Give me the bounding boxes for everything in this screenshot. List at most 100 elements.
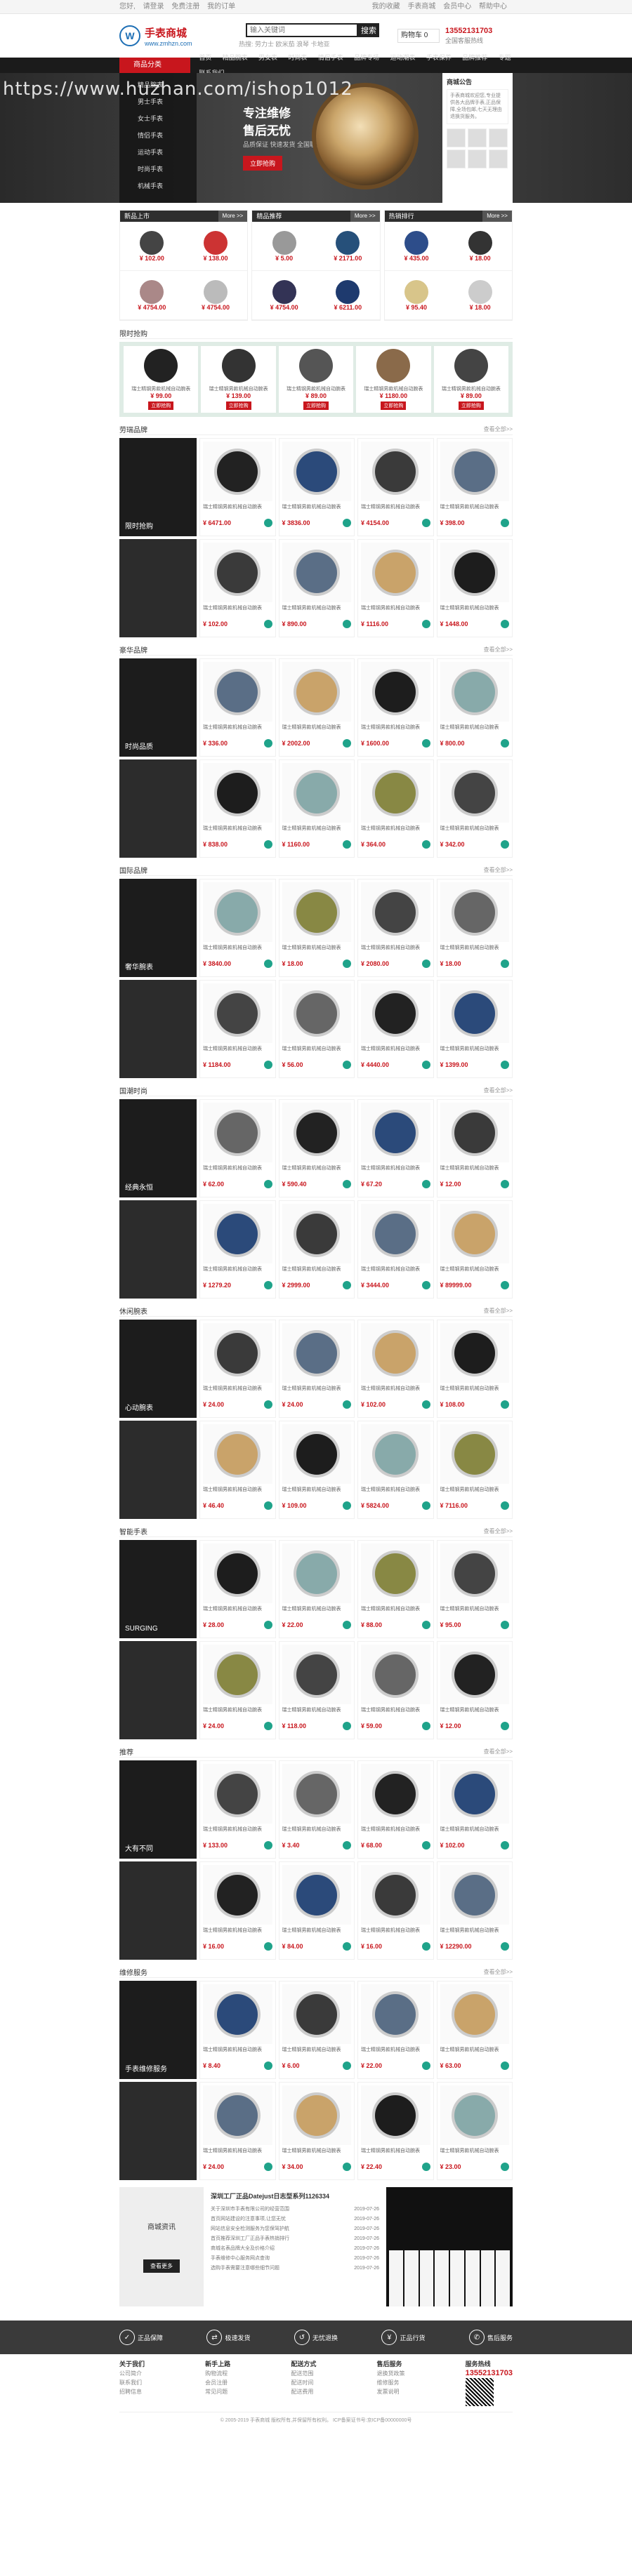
add-cart-icon[interactable] <box>343 1061 351 1069</box>
buy-tag[interactable]: 立即抢购 <box>148 401 174 410</box>
product-card[interactable]: 瑞士精钢男款机械自动腕表 ¥ 398.00 <box>436 438 513 536</box>
thumb[interactable] <box>447 150 466 168</box>
add-cart-icon[interactable] <box>501 840 509 849</box>
more-link[interactable]: 查看全部>> <box>484 1527 513 1535</box>
category-item[interactable]: 机械手表 <box>119 174 197 191</box>
add-cart-icon[interactable] <box>421 1281 430 1289</box>
add-cart-icon[interactable] <box>343 1501 351 1510</box>
add-cart-icon[interactable] <box>501 1400 509 1409</box>
login-link[interactable]: 请登录 <box>143 3 164 11</box>
product-card[interactable]: 瑞士精钢男款机械自动腕表 ¥ 590.40 <box>278 1099 355 1197</box>
product-card[interactable]: 瑞士精钢男款机械自动腕表 ¥ 16.00 <box>199 1861 276 1960</box>
search-button[interactable]: 搜索 <box>358 23 379 37</box>
brand-promo-banner[interactable] <box>119 759 197 858</box>
product-card[interactable]: 瑞士精钢男款机械自动腕表 ¥ 46.40 <box>199 1421 276 1519</box>
add-cart-icon[interactable] <box>343 2062 351 2070</box>
product-card[interactable]: 瑞士精钢男款机械自动腕表 ¥ 62.00 <box>199 1099 276 1197</box>
product-card[interactable]: 瑞士精钢男款机械自动腕表 ¥ 67.20 <box>357 1099 434 1197</box>
product-card[interactable]: 瑞士精钢男款机械自动腕表 ¥ 1600.00 <box>357 658 434 757</box>
add-cart-icon[interactable] <box>343 1621 351 1629</box>
category-item[interactable]: 情侣手表 <box>119 124 197 140</box>
brand-promo-banner[interactable] <box>119 2082 197 2180</box>
product-card[interactable]: 瑞士精钢男款机械自动腕表 ¥ 24.00 <box>278 1320 355 1418</box>
product-card[interactable]: 瑞士精钢男款机械自动腕表 ¥ 890.00 <box>278 539 355 637</box>
buy-tag[interactable]: 立即抢购 <box>458 401 484 410</box>
add-cart-icon[interactable] <box>501 1501 509 1510</box>
product-card[interactable]: 瑞士精钢男款机械自动腕表 ¥ 12290.00 <box>436 1861 513 1960</box>
product-card[interactable]: 瑞士精钢男款机械自动腕表 ¥ 5824.00 <box>357 1421 434 1519</box>
product-card[interactable]: 瑞士精钢男款机械自动腕表 ¥ 838.00 <box>199 759 276 858</box>
add-cart-icon[interactable] <box>501 1722 509 1730</box>
brand-promo-banner[interactable] <box>119 539 197 637</box>
orders-link[interactable]: 我的订单 <box>207 3 235 11</box>
nav-item[interactable]: 专题 <box>499 54 511 61</box>
add-cart-icon[interactable] <box>263 960 272 968</box>
nav-item[interactable]: 运动潮表 <box>390 54 415 61</box>
add-cart-icon[interactable] <box>263 1281 272 1289</box>
product-card[interactable]: 瑞士精钢男款机械自动腕表 ¥ 89999.00 <box>436 1200 513 1299</box>
product-card[interactable]: 瑞士精钢男款机械自动腕表 ¥ 22.00 <box>357 1981 434 2079</box>
brand-promo-banner[interactable] <box>119 1641 197 1739</box>
product-card[interactable]: 瑞士精钢男款机械自动腕表 ¥ 6471.00 <box>199 438 276 536</box>
product-card[interactable]: ¥ 18.00 <box>448 222 512 271</box>
product-card[interactable]: 瑞士精钢男款机械自动腕表 ¥ 2080.00 <box>357 879 434 977</box>
product-card[interactable]: ¥ 95.40 <box>384 271 449 320</box>
add-cart-icon[interactable] <box>343 519 351 527</box>
more-link[interactable]: More >> <box>482 211 512 222</box>
brand-promo-banner[interactable] <box>119 1861 197 1960</box>
add-cart-icon[interactable] <box>263 2062 272 2070</box>
add-cart-icon[interactable] <box>501 519 509 527</box>
add-cart-icon[interactable] <box>421 1400 430 1409</box>
add-cart-icon[interactable] <box>421 1841 430 1850</box>
add-cart-icon[interactable] <box>501 2062 509 2070</box>
thumb[interactable] <box>447 128 466 147</box>
shop-link[interactable]: 手表商城 <box>407 3 435 11</box>
category-item[interactable]: 时尚手表 <box>119 157 197 174</box>
add-cart-icon[interactable] <box>421 739 430 748</box>
add-cart-icon[interactable] <box>501 1061 509 1069</box>
product-card[interactable]: 瑞士精钢男款机械自动腕表 ¥ 28.00 <box>199 1540 276 1638</box>
product-card[interactable]: 瑞士精钢男款机械自动腕表 ¥ 59.00 <box>357 1641 434 1739</box>
search-input[interactable] <box>246 23 358 37</box>
news-more-button[interactable]: 查看更多 <box>143 2259 180 2273</box>
add-cart-icon[interactable] <box>263 1180 272 1188</box>
add-cart-icon[interactable] <box>263 1400 272 1409</box>
news-item[interactable]: 网站信息安全检测服务为您保驾护航 2019-07-26 <box>211 2224 379 2234</box>
brand-promo-banner[interactable] <box>119 980 197 1078</box>
footer-link[interactable]: 维修服务 <box>377 2378 405 2387</box>
product-card[interactable]: 瑞士精钢男款机械自动腕表 ¥ 56.00 <box>278 980 355 1078</box>
brand-promo-banner[interactable] <box>119 1200 197 1299</box>
product-card[interactable]: 瑞士精钢男款机械自动腕表 ¥ 24.00 <box>199 2082 276 2180</box>
product-card[interactable]: 瑞士精钢男款机械自动腕表 ¥ 1160.00 <box>278 759 355 858</box>
hero-buy-button[interactable]: 立即抢购 <box>243 156 283 171</box>
buy-tag[interactable]: 立即抢购 <box>303 401 329 410</box>
add-cart-icon[interactable] <box>501 1621 509 1629</box>
product-card[interactable]: ¥ 4754.00 <box>183 271 248 320</box>
more-link[interactable]: 查看全部>> <box>484 1748 513 1755</box>
product-card[interactable]: 瑞士精钢男款机械自动腕表 ¥ 8.40 <box>199 1981 276 2079</box>
add-cart-icon[interactable] <box>343 2163 351 2171</box>
add-cart-icon[interactable] <box>263 1061 272 1069</box>
add-cart-icon[interactable] <box>263 1501 272 1510</box>
product-card[interactable]: ¥ 6211.00 <box>315 271 380 320</box>
news-item[interactable]: 商城名表品牌大全及价格介绍 2019-07-26 <box>211 2244 379 2254</box>
add-cart-icon[interactable] <box>263 1621 272 1629</box>
flash-item[interactable]: 瑞士精钢男款机械自动腕表 ¥ 89.00 立即抢购 <box>433 346 509 413</box>
product-card[interactable]: ¥ 2171.00 <box>315 222 380 271</box>
product-card[interactable]: 瑞士精钢男款机械自动腕表 ¥ 4440.00 <box>357 980 434 1078</box>
add-cart-icon[interactable] <box>343 1722 351 1730</box>
nav-item[interactable]: 情侣手表 <box>318 54 343 61</box>
product-card[interactable]: 瑞士精钢男款机械自动腕表 ¥ 84.00 <box>278 1861 355 1960</box>
product-card[interactable]: 瑞士精钢男款机械自动腕表 ¥ 102.00 <box>436 1760 513 1859</box>
brand-promo-banner[interactable] <box>119 1421 197 1519</box>
add-cart-icon[interactable] <box>343 620 351 628</box>
product-card[interactable]: 瑞士精钢男款机械自动腕表 ¥ 1399.00 <box>436 980 513 1078</box>
brand-promo-banner[interactable]: 心动腕表 <box>119 1320 197 1418</box>
nav-item[interactable]: 品牌专场 <box>354 54 379 61</box>
nav-item[interactable]: 男女表 <box>258 54 277 61</box>
product-card[interactable]: 瑞士精钢男款机械自动腕表 ¥ 24.00 <box>199 1320 276 1418</box>
add-cart-icon[interactable] <box>421 1942 430 1951</box>
product-card[interactable]: 瑞士精钢男款机械自动腕表 ¥ 6.00 <box>278 1981 355 2079</box>
add-cart-icon[interactable] <box>421 840 430 849</box>
flash-item[interactable]: 瑞士精钢男款机械自动腕表 ¥ 139.00 立即抢购 <box>201 346 276 413</box>
